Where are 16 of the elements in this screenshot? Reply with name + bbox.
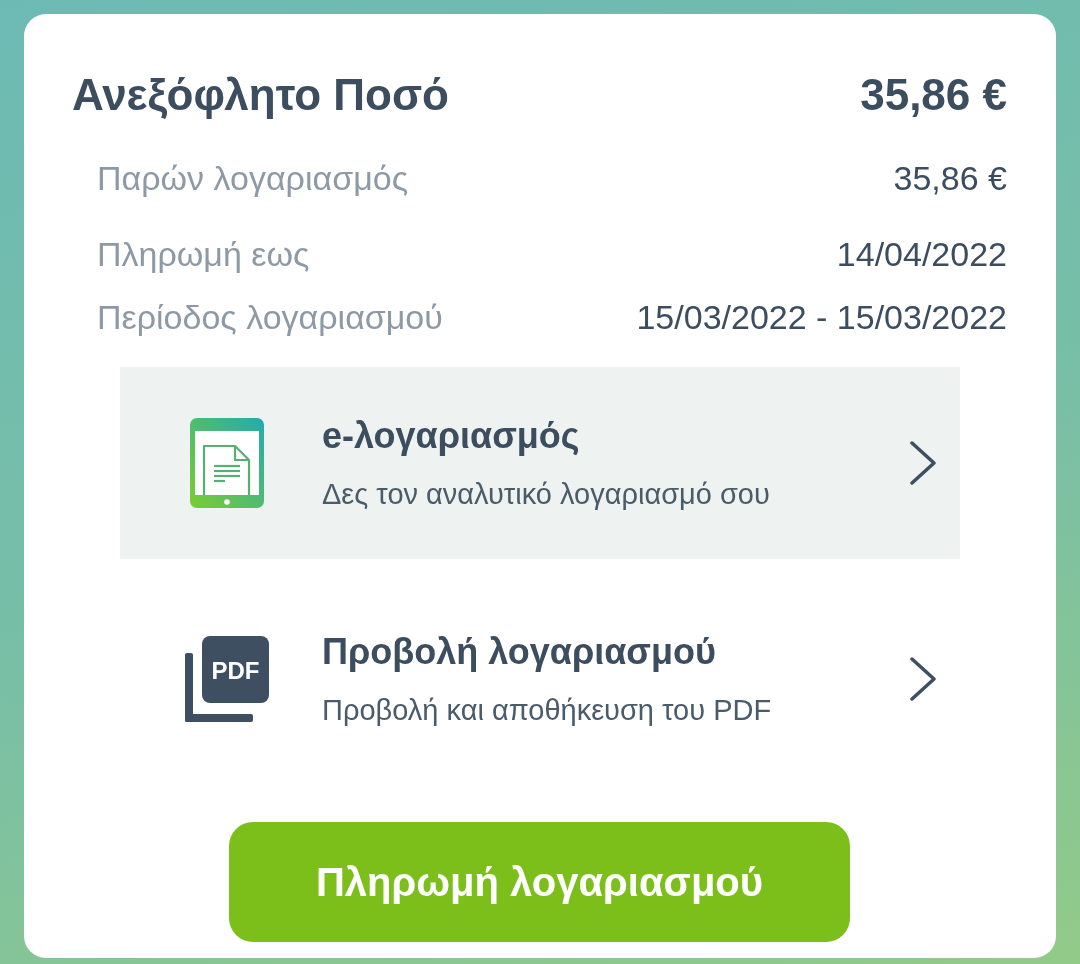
detail-label: Παρών λογαριασμός <box>97 157 408 199</box>
chevron-right-icon <box>910 441 936 486</box>
detail-value: 35,86 € <box>893 157 1007 199</box>
option-description: Προβολή και αποθήκευση του PDF <box>322 692 772 728</box>
option-description: Δες τον αναλυτικό λογαριασμό σου <box>322 476 770 512</box>
menu-item[interactable]: e-λογαριασμός Δες τον αναλυτικό λογαριασμό σου <box>120 367 960 560</box>
section-title: Ανεξόφλητο Ποσό <box>72 69 449 121</box>
tablet-document-icon <box>190 418 264 509</box>
detail-value: 14/04/2022 <box>836 234 1007 276</box>
detail-label: Περίοδος λογαριασμού <box>97 296 443 338</box>
detail-label: Πληρωμή εως <box>97 234 310 276</box>
chevron-right-icon <box>910 657 936 702</box>
detail-value: 15/03/2022 - 15/03/2022 <box>636 296 1007 338</box>
option-title: Προβολή λογαριασμού <box>322 630 716 675</box>
option-title: e-λογαριασμός <box>322 414 580 459</box>
outstanding-amount: 35,86 € <box>860 69 1007 121</box>
